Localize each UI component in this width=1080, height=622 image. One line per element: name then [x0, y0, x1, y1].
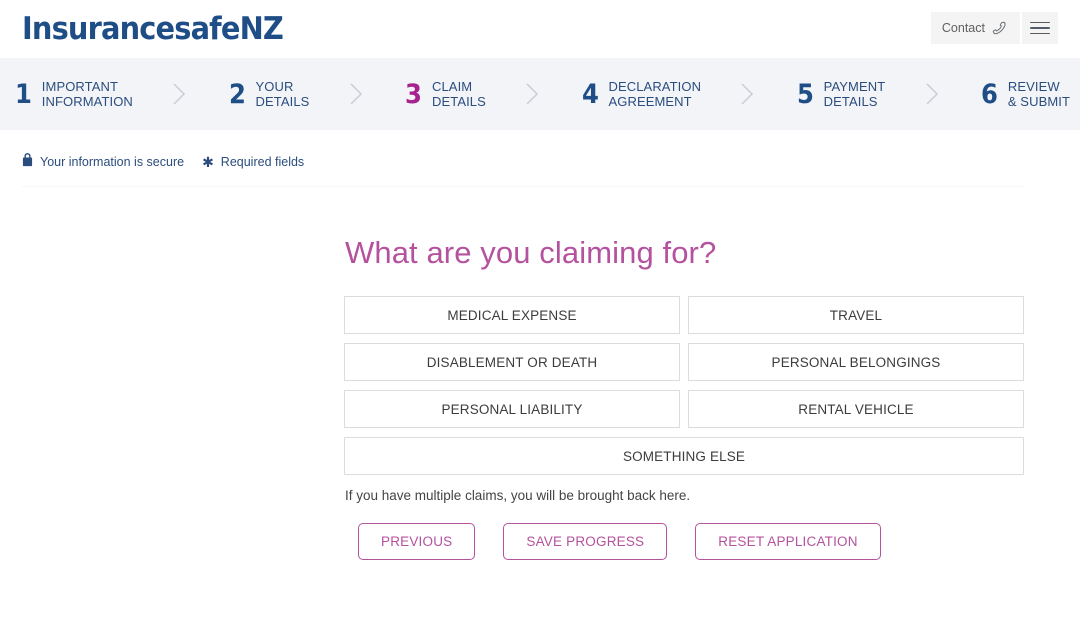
claim-option-travel[interactable]: TRAVEL: [688, 296, 1024, 334]
step-label: PAYMENT DETAILS: [823, 78, 886, 109]
step-5-payment-details[interactable]: 5 PAYMENT DETAILS: [796, 79, 885, 109]
phone-icon: [992, 20, 1009, 37]
step-label: YOUR DETAILS: [255, 78, 310, 109]
claim-option-personal-belongings[interactable]: PERSONAL BELONGINGS: [688, 343, 1024, 381]
step-2-your-details[interactable]: 2 YOUR DETAILS: [228, 79, 310, 109]
step-number: 3: [405, 78, 423, 110]
step-number: 6: [980, 78, 998, 110]
lock-icon: [22, 153, 33, 170]
step-chevron-icon: [701, 79, 796, 109]
contact-button-label: Contact: [941, 21, 985, 35]
required-fields-label: Required fields: [220, 154, 305, 169]
secure-notice-label: Your information is secure: [40, 154, 185, 169]
claim-option-medical-expense[interactable]: MEDICAL EXPENSE: [344, 296, 680, 334]
step-6-review-submit[interactable]: 6 REVIEW & SUBMIT: [980, 79, 1070, 109]
step-chevron-icon: [309, 79, 404, 109]
hamburger-menu-icon: [1030, 18, 1050, 39]
step-1-important-information[interactable]: 1 IMPORTANT INFORMATION: [14, 79, 133, 109]
notices-row: Your information is secure ✱ Required fi…: [0, 130, 1080, 174]
progress-stepbar: 1 IMPORTANT INFORMATION 2 YOUR DETAILS 3…: [0, 58, 1080, 130]
step-label: CLAIM DETAILS: [431, 78, 486, 109]
previous-button[interactable]: PREVIOUS: [358, 523, 476, 560]
step-number: 1: [14, 78, 32, 110]
claim-form: What are you claiming for? MEDICAL EXPEN…: [344, 235, 1024, 560]
main-content: What are you claiming for? MEDICAL EXPEN…: [0, 187, 1080, 560]
logo[interactable]: InsurancesafeNZ: [22, 13, 284, 45]
secure-notice: Your information is secure: [22, 153, 184, 170]
save-progress-button[interactable]: SAVE PROGRESS: [503, 523, 668, 560]
step-label: REVIEW & SUBMIT: [1007, 78, 1071, 109]
claim-options-grid: MEDICAL EXPENSE TRAVEL DISABLEMENT OR DE…: [344, 296, 1024, 475]
claim-option-something-else[interactable]: SOMETHING ELSE: [344, 437, 1024, 475]
form-actions: PREVIOUS SAVE PROGRESS RESET APPLICATION: [358, 523, 1024, 560]
step-3-claim-details[interactable]: 3 CLAIM DETAILS: [404, 79, 486, 109]
step-chevron-icon: [885, 79, 980, 109]
step-label: IMPORTANT INFORMATION: [41, 78, 133, 109]
asterisk-icon: ✱: [202, 153, 214, 170]
page-title: What are you claiming for?: [345, 235, 717, 270]
multiple-claims-helper-text: If you have multiple claims, you will be…: [345, 488, 691, 503]
header-actions: Contact: [930, 12, 1058, 44]
claim-option-disablement-or-death[interactable]: DISABLEMENT OR DEATH: [344, 343, 680, 381]
required-fields-notice: ✱ Required fields: [202, 155, 304, 169]
reset-application-button[interactable]: RESET APPLICATION: [695, 523, 881, 560]
step-number: 5: [796, 78, 814, 110]
contact-button[interactable]: Contact: [930, 12, 1020, 44]
hamburger-menu-button[interactable]: [1022, 12, 1058, 44]
step-number: 2: [228, 78, 246, 110]
step-chevron-icon: [486, 79, 581, 109]
step-chevron-icon: [133, 79, 228, 109]
step-number: 4: [581, 78, 599, 110]
step-label: DECLARATION AGREEMENT: [608, 78, 702, 109]
site-header: InsurancesafeNZ Contact: [0, 0, 1080, 58]
claim-option-personal-liability[interactable]: PERSONAL LIABILITY: [344, 390, 680, 428]
claim-option-rental-vehicle[interactable]: RENTAL VEHICLE: [688, 390, 1024, 428]
step-4-declaration-agreement[interactable]: 4 DECLARATION AGREEMENT: [581, 79, 701, 109]
